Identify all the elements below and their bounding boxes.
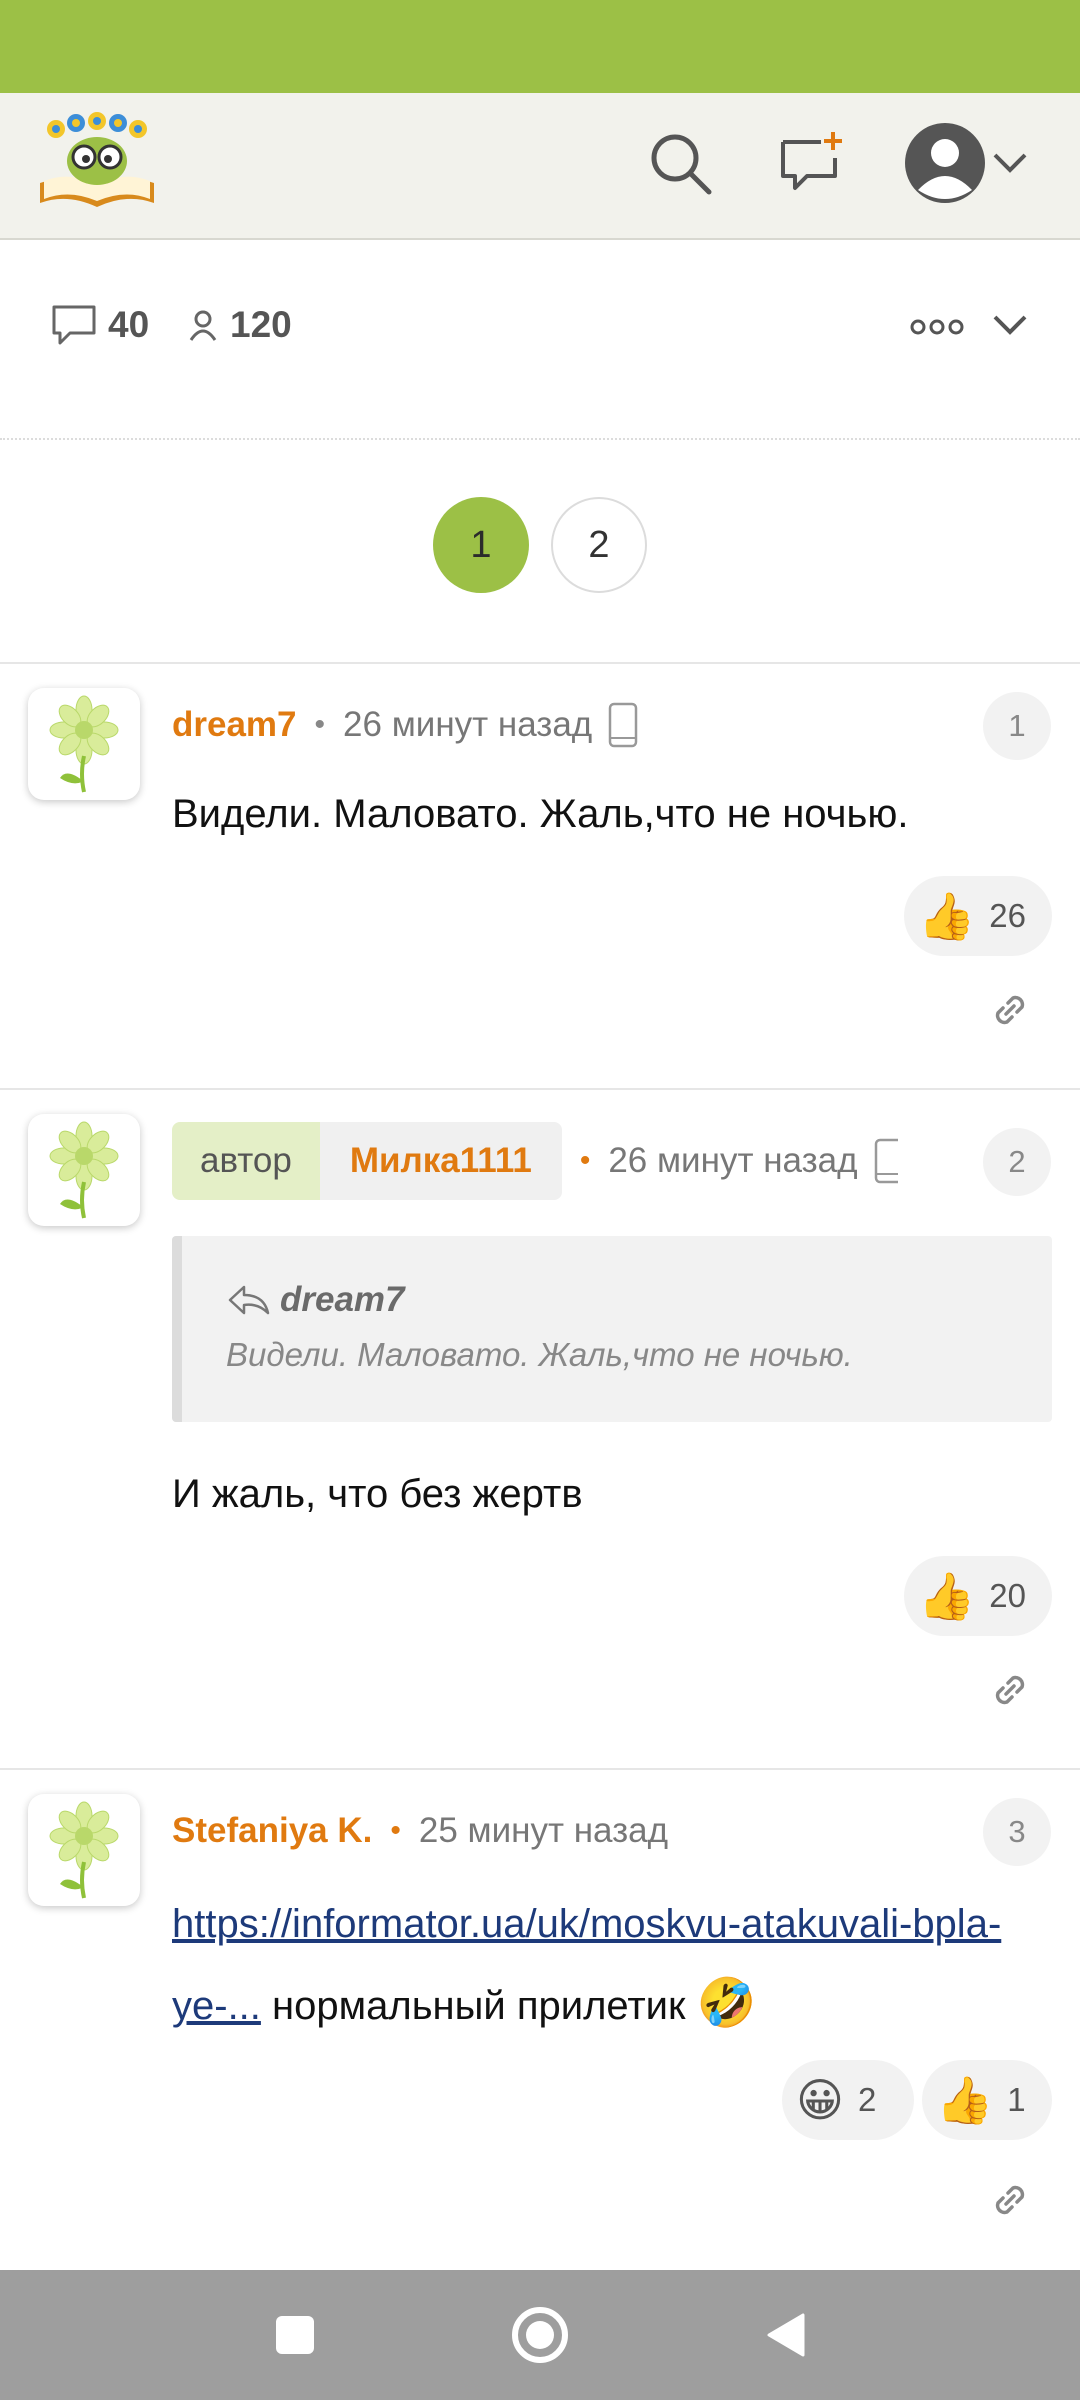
reaction-smile[interactable]: 😀 2: [782, 2060, 914, 2140]
comments-count-value: 40: [108, 304, 150, 345]
participants-count: 120: [186, 300, 292, 350]
comment-meta: автор Милка1111 • 26 минут назад: [172, 1122, 898, 1200]
comment-number[interactable]: 1: [983, 692, 1051, 760]
comment-time: 25 минут назад: [418, 1811, 669, 1850]
comment-time: 26 минут назад: [343, 705, 593, 744]
search-icon: [651, 134, 712, 195]
quote-author-name: dream7: [280, 1280, 405, 1319]
header-menu-button[interactable]: [985, 123, 1035, 203]
reply-arrow-icon: [228, 1285, 270, 1315]
comment-text: https://informator.ua/uk/moskvu-atakuval…: [172, 1884, 1072, 2046]
reaction-like[interactable]: 👍 1: [922, 2060, 1052, 2140]
home-button[interactable]: [505, 2300, 575, 2370]
separator-dot: •: [314, 708, 326, 741]
comment-meta: Stefaniya K. • 25 минут назад: [172, 1806, 668, 1856]
flower-avatar-icon: [49, 1121, 119, 1219]
status-bar: [0, 0, 1080, 93]
square-icon: [276, 2316, 314, 2354]
app-header: [0, 93, 1080, 240]
site-logo[interactable]: [34, 111, 160, 211]
comment-number[interactable]: 2: [983, 1128, 1051, 1196]
page-button-1[interactable]: 1: [433, 497, 529, 593]
comment-text: Видели. Маловато. Жаль,что не ночью.: [172, 792, 909, 836]
comment-author: Милка1111: [319, 1122, 562, 1200]
comment-text-body: нормальный прилетик: [260, 1984, 697, 2028]
mobile-device-icon: [608, 702, 638, 748]
reaction-count: 26: [989, 897, 1026, 934]
comment: Stefaniya K. • 25 минут назад 3 https://…: [0, 1770, 1080, 2270]
comment: автор Милка1111 • 26 минут назад 2 dream…: [0, 1090, 1080, 1770]
topic-stats: 40 120: [0, 240, 1080, 440]
search-button[interactable]: [640, 123, 720, 203]
grinning-face-icon: 😀: [796, 2074, 844, 2126]
author-tag[interactable]: автор Милка1111: [172, 1122, 562, 1200]
topic-collapse-button[interactable]: [985, 300, 1035, 350]
pagination: 1 2: [0, 440, 1080, 664]
flower-avatar-icon: [49, 1801, 119, 1899]
comment-author[interactable]: Stefaniya K.: [172, 1811, 372, 1851]
reaction-like[interactable]: 👍 26: [904, 876, 1052, 956]
recents-button[interactable]: [260, 2300, 330, 2370]
reaction-count: 2: [857, 2081, 877, 2118]
flower-avatar-icon: [49, 695, 119, 793]
thumbs-up-icon: 👍: [918, 1570, 976, 1622]
link-icon: [995, 995, 1025, 1025]
comment-time: 26 минут назад: [608, 1141, 858, 1180]
thumbs-up-icon: 👍: [918, 890, 976, 942]
thumbs-up-icon: 👍: [936, 2074, 994, 2126]
separator-dot: •: [390, 1814, 401, 1847]
rofl-emoji: 🤣: [696, 1977, 757, 2030]
chevron-down-icon: [993, 315, 1027, 335]
link-icon: [995, 1675, 1025, 1705]
separator-dot: •: [579, 1144, 591, 1177]
copy-link-button[interactable]: [980, 2170, 1040, 2230]
reaction-count: 20: [989, 1577, 1026, 1614]
author-role-label: автор: [172, 1122, 320, 1200]
chevron-down-icon: [993, 153, 1027, 173]
participants-count-value: 120: [230, 304, 292, 345]
avatar[interactable]: [28, 1114, 140, 1226]
quote-author[interactable]: dream7: [226, 1280, 405, 1320]
mobile-device-icon: [874, 1138, 898, 1184]
user-avatar-icon: [905, 123, 985, 203]
reaction-count: 1: [1007, 2081, 1026, 2118]
profile-button[interactable]: [900, 123, 990, 203]
topic-more-button[interactable]: [910, 302, 970, 352]
avatar[interactable]: [28, 688, 140, 800]
avatar[interactable]: [28, 1794, 140, 1906]
page-button-2[interactable]: 2: [551, 497, 647, 593]
new-topic-button[interactable]: [772, 123, 852, 203]
comment-number[interactable]: 3: [983, 1798, 1051, 1866]
comments-count: 40: [50, 300, 149, 350]
copy-link-button[interactable]: [980, 980, 1040, 1040]
copy-link-button[interactable]: [980, 1660, 1040, 1720]
comment-bubble-icon: [52, 305, 96, 345]
quote-block: dream7 Видели. Маловато. Жаль,что не ноч…: [172, 1236, 1052, 1422]
back-triangle-icon: [767, 2313, 805, 2357]
comment-meta: dream7 • 26 минут назад: [172, 700, 638, 750]
comment-author[interactable]: dream7: [172, 705, 297, 745]
reaction-like[interactable]: 👍 20: [904, 1556, 1052, 1636]
system-nav-bar: [0, 2270, 1080, 2400]
quote-text: Видели. Маловато. Жаль,что не ночью.: [226, 1336, 853, 1373]
new-message-icon: [781, 132, 842, 190]
circle-icon: [512, 2307, 568, 2363]
person-icon: [189, 310, 217, 341]
link-icon: [995, 2185, 1025, 2215]
more-dots-icon: [910, 319, 964, 335]
comment-text: И жаль, что без жертв: [172, 1472, 583, 1516]
comment: dream7 • 26 минут назад 1 Видели. Малова…: [0, 664, 1080, 1090]
back-button[interactable]: [750, 2300, 820, 2370]
